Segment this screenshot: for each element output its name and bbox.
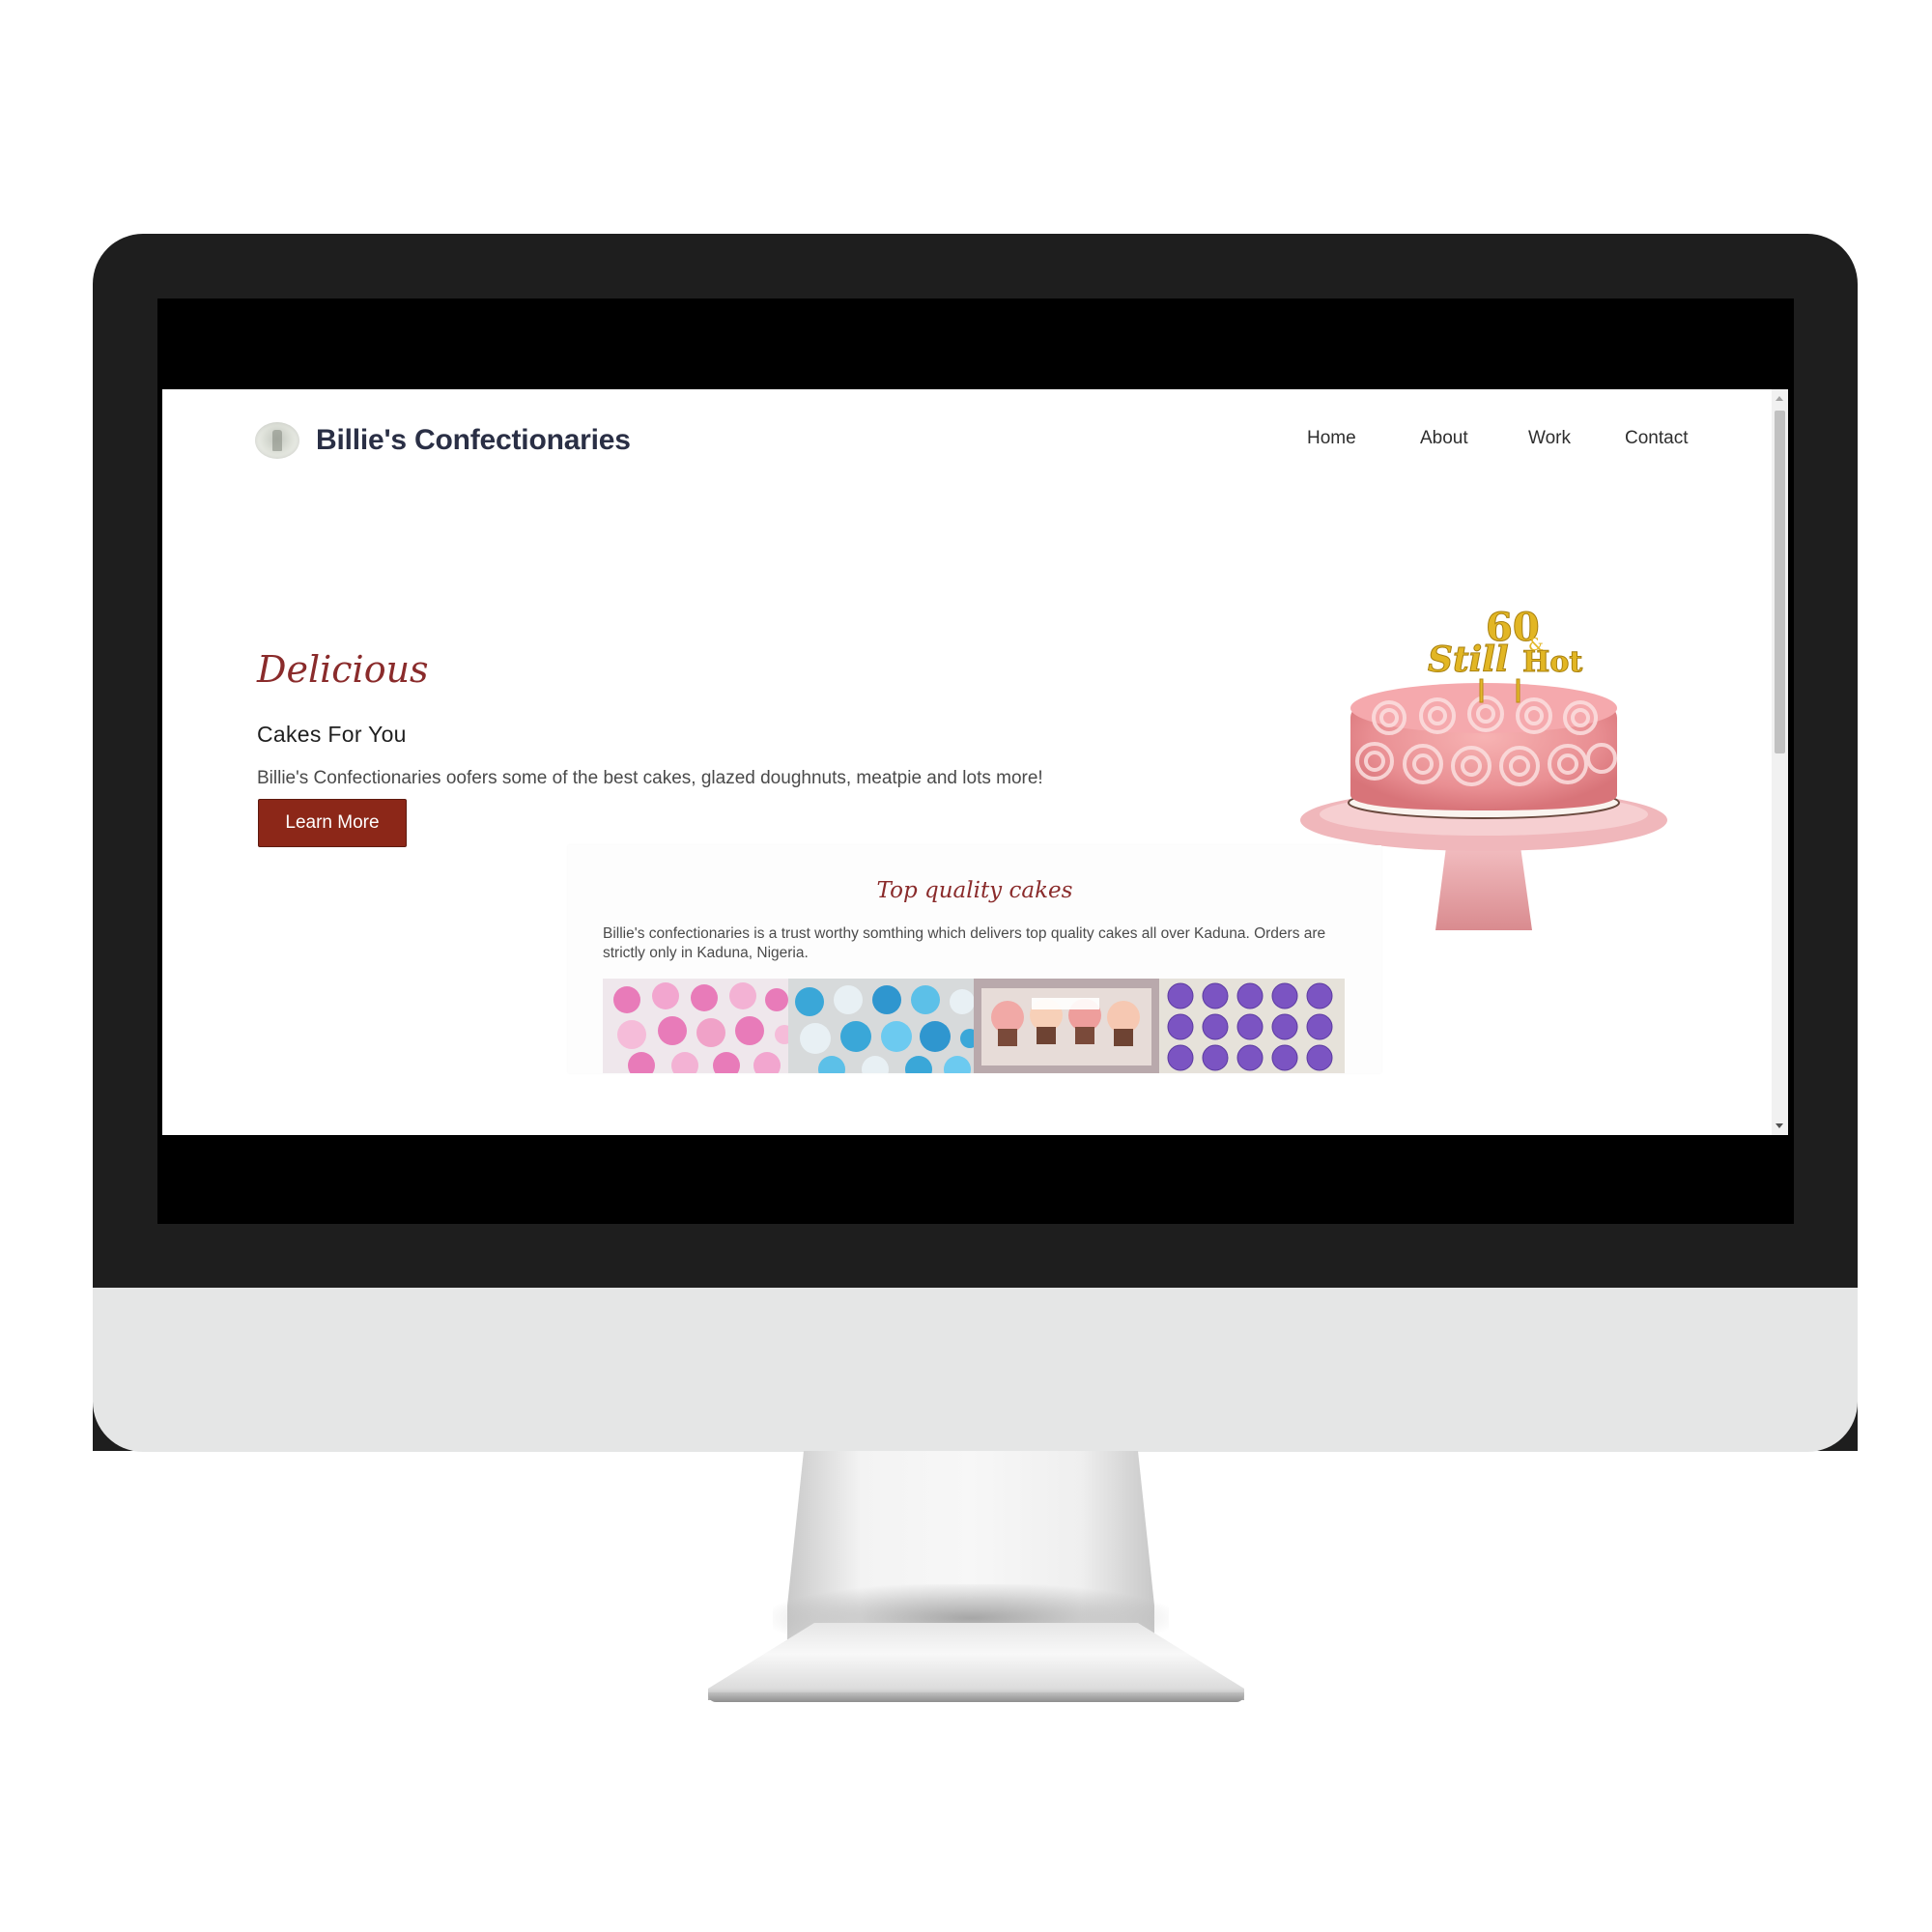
nav-work[interactable]: Work [1528, 428, 1571, 449]
quality-section: Top quality cakes Billie's confectionari… [568, 845, 1381, 1073]
hero-description: Billie's Confectionaries oofers some of … [257, 768, 1043, 788]
scroll-up-icon[interactable] [1776, 396, 1783, 401]
gallery-image-blue-cupcakes[interactable] [788, 979, 974, 1073]
monitor-stand-lip [708, 1692, 1244, 1702]
quality-heading: Top quality cakes [876, 878, 1073, 903]
gallery-image-pink-cupcakes[interactable] [603, 979, 788, 1073]
quality-description: Billie's confectionaries is a trust wort… [603, 925, 1326, 961]
learn-more-button[interactable]: Learn More [258, 799, 407, 847]
brand-name[interactable]: Billie's Confectionaries [316, 424, 631, 457]
vertical-scrollbar[interactable] [1772, 389, 1788, 1135]
scroll-down-icon[interactable] [1776, 1123, 1783, 1128]
gallery-image-boxed-cupcakes[interactable] [974, 979, 1159, 1073]
logo-icon[interactable] [255, 422, 299, 459]
cake-topper-ampersand: & [1528, 635, 1544, 655]
nav-home[interactable]: Home [1307, 428, 1356, 449]
monitor-chin [93, 1288, 1858, 1452]
pink-cupcakes-illustration [603, 979, 788, 1073]
hero-script-heading: Delicious [257, 648, 429, 691]
nav-about[interactable]: About [1420, 428, 1468, 449]
boxed-cupcakes-illustration [974, 979, 1159, 1073]
scrollbar-thumb[interactable] [1775, 411, 1785, 753]
blue-cupcakes-illustration [788, 979, 974, 1073]
cake-topper-word-still: Still [1428, 639, 1509, 680]
purple-cupcakes-illustration [1159, 979, 1345, 1073]
hero-title: Cakes For You [257, 722, 407, 747]
cake-stand-stem [1435, 839, 1532, 930]
site-navbar: Billie's Confectionaries Home About Work… [162, 389, 1788, 496]
browser-viewport: Billie's Confectionaries Home About Work… [162, 389, 1788, 1135]
nav-contact[interactable]: Contact [1625, 428, 1688, 449]
cake-gallery [603, 979, 1345, 1073]
monitor-screen: Billie's Confectionaries Home About Work… [157, 298, 1794, 1224]
gallery-image-purple-cupcakes[interactable] [1159, 979, 1345, 1073]
